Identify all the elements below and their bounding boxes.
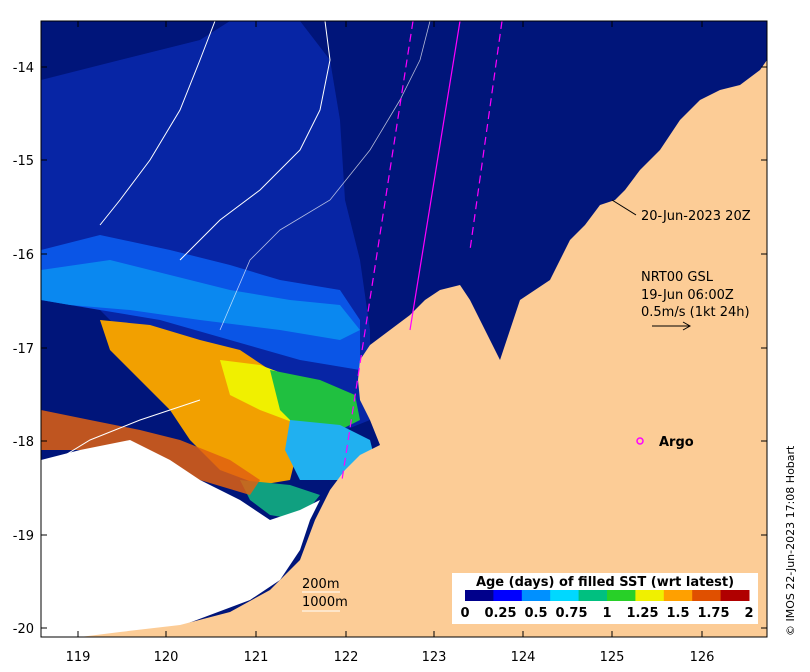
legend-tick-label: 0.25	[484, 606, 516, 621]
y-tick-label: -15	[13, 154, 34, 169]
y-tick-label: -16	[13, 248, 34, 263]
y-tick-label: -19	[13, 529, 34, 544]
age-legend: Age (days) of filled SST (wrt latest) 00…	[452, 573, 758, 624]
legend-color-swatch	[607, 590, 636, 601]
legend-tick-label: 1	[602, 606, 611, 621]
x-tick-label: 124	[511, 650, 536, 665]
legend-tick-label: 0.5	[524, 606, 547, 621]
x-tick-label: 119	[66, 650, 91, 665]
current-scale-label: 0.5m/s (1kt 24h)	[641, 305, 750, 320]
legend-color-swatch	[663, 590, 693, 601]
x-tick-label: 126	[690, 650, 715, 665]
x-tick-label: 123	[422, 650, 447, 665]
legend-color-swatch	[635, 590, 665, 601]
sst-age-map: 119 120 121 122 123 124 125 126 -14-15-16-17-18…	[13, 20, 768, 665]
legend-tick-label: 2	[744, 606, 753, 621]
legend-colorbar	[465, 590, 750, 601]
current-source-label: NRT00 GSL	[641, 270, 714, 285]
depth-200-label: 200m	[302, 577, 339, 592]
x-tick-label: 122	[334, 650, 359, 665]
y-tick-label: -14	[13, 61, 34, 76]
y-tick-label: -17	[13, 342, 34, 357]
legend-color-swatch	[493, 590, 523, 601]
x-tick-label: 121	[244, 650, 269, 665]
x-tick-label: 120	[154, 650, 179, 665]
legend-tick-label: 0	[460, 606, 469, 621]
x-tick-label: 125	[600, 650, 625, 665]
legend-tick-label: 1.75	[697, 606, 729, 621]
legend-tick-label: 1.25	[626, 606, 658, 621]
legend-title: Age (days) of filled SST (wrt latest)	[476, 575, 734, 590]
argo-label: Argo	[659, 435, 694, 450]
track-time-label: 20-Jun-2023 20Z	[641, 209, 751, 224]
legend-color-swatch	[550, 590, 580, 601]
legend-color-swatch	[720, 590, 750, 601]
legend-tick-label: 0.75	[555, 606, 587, 621]
legend-color-swatch	[465, 590, 494, 601]
y-tick-label: -18	[13, 435, 34, 450]
credit-text: © IMOS 22-Jun-2023 17:08 Hobart	[784, 445, 797, 636]
legend-color-swatch	[578, 590, 608, 601]
legend-color-swatch	[521, 590, 551, 601]
y-tick-label: -20	[13, 622, 34, 637]
legend-tick-label: 1.5	[666, 606, 689, 621]
depth-1000-label: 1000m	[302, 595, 348, 610]
legend-tick-labels: 0 0.25 0.5 0.75 1 1.25 1.5 1.75 2	[460, 606, 753, 621]
legend-color-swatch	[692, 590, 722, 601]
current-time-label: 19-Jun 06:00Z	[641, 288, 734, 303]
